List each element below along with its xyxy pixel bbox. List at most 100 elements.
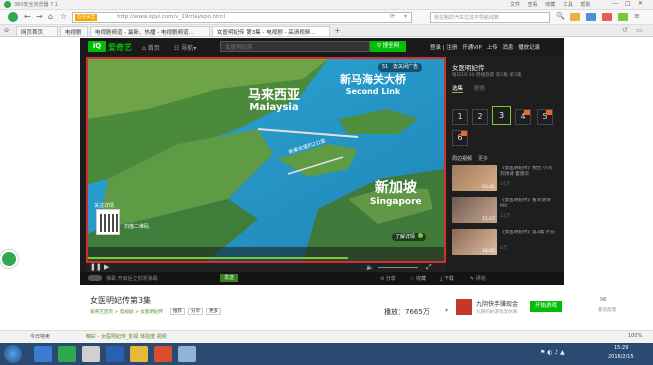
upload-link[interactable]: 上传 [487,45,498,51]
new-tab-button[interactable]: + [334,26,341,35]
episode-5[interactable]: 5 [537,109,553,125]
start-game-button[interactable]: 开始游戏 [530,301,563,312]
address-bar[interactable]: 信任安全 http://www.iqiyi.com/v_19rrlaykpo.h… [72,12,412,23]
extension-icon[interactable] [570,13,580,21]
related-title-3[interactable]: 《女医明妃传》第3集 片花 [500,230,556,236]
comment-button[interactable]: ✎ 评论 [470,275,486,282]
menu-icon[interactable]: ≡ [634,12,640,20]
ie-taskbar-icon[interactable] [34,346,52,362]
danmaku-tip[interactable]: 弹幕 开启后立刻发弹幕 [106,275,158,282]
extension-icon[interactable] [602,13,612,21]
star-icon[interactable]: ☆ [60,12,67,21]
back-icon[interactable]: ← [24,12,31,21]
browser-home-logo-icon[interactable] [8,12,18,22]
related-more-link[interactable]: 更多 [478,155,488,162]
search-icon[interactable]: 🔍 [556,12,565,20]
notepad-taskbar-icon[interactable] [82,346,100,362]
player-taskbar-icon[interactable] [154,346,172,362]
login-link[interactable]: 登录 [430,45,441,51]
danmaku-toggle[interactable] [88,275,102,281]
explorer-taskbar-icon[interactable] [130,346,148,362]
history-link[interactable]: 播放记录 [518,45,540,51]
extension-icon[interactable] [586,13,596,21]
feedback-icon[interactable]: ✉ [600,295,607,304]
game-ad-icon[interactable] [456,299,472,315]
volume-slider[interactable] [378,267,418,268]
share-mini-button[interactable]: 分享 [188,308,203,315]
menu-file[interactable]: 文件 [510,2,520,8]
tray-icons[interactable]: ⚑ ◐ ♪ ▲ [540,349,565,356]
menu-tools[interactable]: 工具 [563,2,573,8]
nav-home[interactable]: ⌂ 首页 [142,43,160,52]
sidebar-toggle-icon[interactable]: ▭ [636,26,643,34]
related-thumb-1[interactable]: 03:41 [452,165,497,191]
home-icon[interactable]: ⌂ [48,12,53,21]
breadcrumb[interactable]: 爱奇艺首页 > 电视剧 > 女医明妃传 [90,309,163,315]
recommend-button[interactable]: 推荐 [170,308,185,315]
related-title-1[interactable]: 《女医明妃传》预告 小刘 刘诗诗 霍建华 [500,166,556,178]
maximize-icon[interactable]: □ [625,0,631,7]
tab-home[interactable]: 网页首页 [16,26,58,36]
tab-plot[interactable]: 剧情 [474,84,485,92]
iqiyi-logo-icon[interactable]: iQ [88,41,106,52]
extension-icon[interactable] [618,13,628,21]
feedback-label[interactable]: 意见反馈 [598,307,616,313]
start-button-icon[interactable] [4,345,22,363]
episode-3[interactable]: 3 [492,106,511,125]
word-taskbar-icon[interactable] [106,346,124,362]
favorite-button[interactable]: ☆ 收藏 [410,275,426,282]
menu-view[interactable]: 查看 [528,2,538,8]
status-link[interactable]: 精彩 - 女医明妃传_影视 体验度 视频 [86,333,167,340]
video-player[interactable]: 马来西亚 Malaysia 新马海关大桥 Second Link 新加坡 Sin… [86,57,446,263]
episode-4[interactable]: 4 [515,109,531,125]
episode-2[interactable]: 2 [472,109,488,125]
site-search-input[interactable]: 女医明妃传 [220,41,370,52]
restore-icon[interactable]: ↺ [622,26,628,34]
nav-menu[interactable]: ☷ 导航▾ [174,43,196,52]
floating-360-icon[interactable] [0,250,18,268]
search-box[interactable]: 我在跑的汽车过炫不导航线数 [430,12,550,23]
episode-6[interactable]: 6 [452,130,468,146]
fullscreen-icon[interactable]: ⤢ [426,263,432,272]
related-title-2[interactable]: 《女医明妃传》看刘诗诗 MV [500,198,556,210]
forward-icon[interactable]: → [36,12,43,21]
url-text[interactable]: http://www.iqiyi.com/v_19rrlaykpo.html [117,14,225,20]
messages-link[interactable]: 消息 [502,45,513,51]
minimize-icon[interactable]: — [612,0,618,7]
zoom-level[interactable]: 100% [628,333,642,339]
share-button[interactable]: ⟲ 分享 [380,275,396,282]
promo-title[interactable]: 九阴快手赚现金 [476,299,518,308]
image-taskbar-icon[interactable] [178,346,196,362]
tab-tv[interactable]: 电视剧 [60,26,88,36]
next-icon[interactable]: ▶ [104,263,109,271]
ad-detail-button[interactable]: 了解详情 [392,233,426,241]
dropdown-icon[interactable]: ▾ [404,13,407,20]
tab-tv-channel[interactable]: 电视剧频道 - 最新、热播 - 电视剧频道... [90,26,210,36]
browser-taskbar-icon[interactable] [58,346,76,362]
register-link[interactable]: 注册 [446,45,457,51]
chevron-down-icon[interactable]: ▾ [445,307,448,314]
vip-link[interactable]: 开通VIP [462,45,482,51]
status-left[interactable]: 今日特卖 [30,333,50,340]
site-search-button[interactable]: ⚲ 搜全网 [370,41,406,52]
close-window-icon[interactable]: ✕ [638,0,643,7]
related-thumb-3[interactable]: 34:02 [452,229,497,255]
volume-icon[interactable]: 🔈 [366,264,373,271]
refresh-icon[interactable]: ⟳ [390,13,395,20]
menu-help[interactable]: 帮助 [580,2,590,8]
ad-close-label[interactable]: 去关闭广告 [393,64,418,70]
danmaku-send-button[interactable]: 发送 [220,274,239,282]
tab-current-video[interactable]: 女医明妃传 第3集 - 电视剧 - 高清视频... [212,26,330,36]
episode-1[interactable]: 1 [452,109,468,125]
ad-countdown[interactable]: 51 去关闭广告 [378,63,422,72]
search-input[interactable]: 我在跑的汽车过炫不导航线数 [434,14,544,21]
play-icon[interactable]: ❚❚ [90,263,102,271]
site-logo-text[interactable]: 爱奇艺 [108,42,132,53]
more-mini-button[interactable]: 更多 [206,308,221,315]
tab-list-icon[interactable]: ⊖ [4,27,9,34]
tab-episodes[interactable]: 选集 [452,84,464,93]
progress-bar[interactable] [88,257,348,259]
menu-favorites[interactable]: 收藏 [545,2,555,8]
related-thumb-2[interactable]: 15:27 [452,197,497,223]
download-button[interactable]: ⤓ 下载 [440,275,454,282]
